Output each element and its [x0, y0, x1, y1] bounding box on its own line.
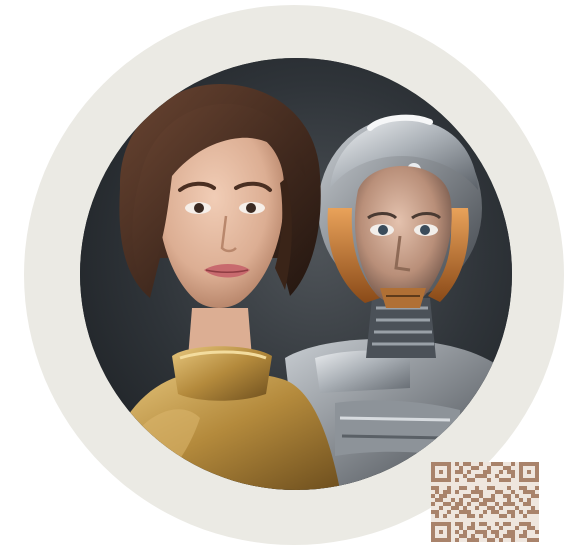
image-stage — [0, 0, 582, 545]
qr-code-icon — [431, 462, 539, 542]
portrait-illustration — [80, 58, 512, 490]
portrait-photo — [80, 58, 512, 490]
qr-code-pattern — [431, 462, 539, 542]
